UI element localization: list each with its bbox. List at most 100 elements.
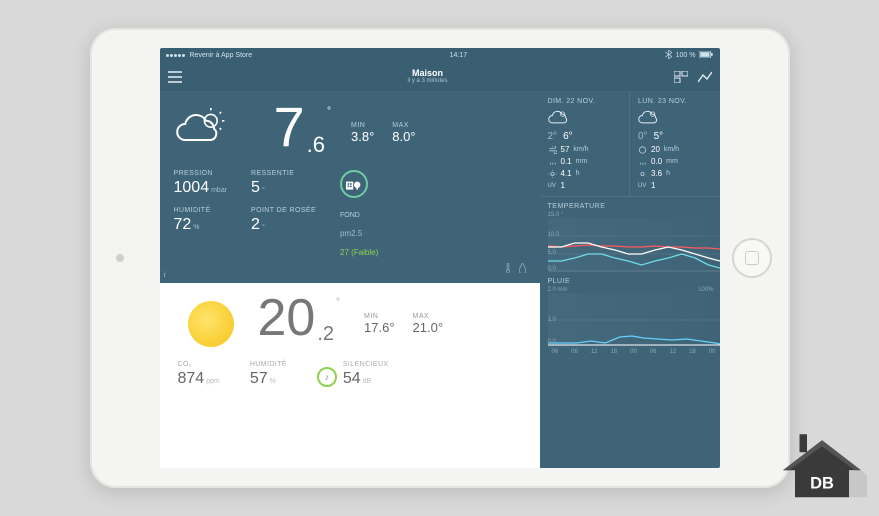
fc1-hi: 6° <box>563 131 573 142</box>
fc1-rain-unit: mm <box>576 158 588 165</box>
fc2-rain-unit: mm <box>666 158 678 165</box>
ressentie-metric: RESSENTIE 5° <box>251 170 316 197</box>
air-quality-icon <box>340 170 368 198</box>
pression-unit: mbar <box>211 187 227 194</box>
outdoor-max-label: MAX <box>392 122 415 129</box>
humidite-out-unit: % <box>193 224 199 231</box>
svg-text:DB: DB <box>810 474 834 492</box>
fc1-date: DIM. 22 NOV. <box>548 98 624 105</box>
fc2-uv: 1 <box>651 181 655 190</box>
rosee-value: 2 <box>251 216 260 233</box>
indoor-min-label: MIN <box>364 313 395 320</box>
home-button[interactable] <box>732 238 772 278</box>
chart-x-axis: 06 06 12 18 00 06 12 18 00 <box>548 347 720 359</box>
outdoor-min: MIN 3.8° <box>351 122 374 144</box>
co2-value: 874 <box>178 370 205 387</box>
xh-8: 00 <box>709 349 716 355</box>
ressentie-label: RESSENTIE <box>251 170 316 177</box>
pluie-y1: 1.0 <box>548 317 556 323</box>
noise-level-icon: ♪ <box>317 367 337 387</box>
fc2-lo: 0° <box>638 131 648 142</box>
indoor-panel[interactable]: 20 .2 ° MIN 17.6° MAX 21.0° <box>160 283 540 468</box>
rosee-unit: ° <box>262 224 265 231</box>
rain-icon <box>638 158 647 166</box>
back-to-appstore-link[interactable]: Revenir à App Store <box>190 52 253 59</box>
fc2-sun: 3.6 <box>651 169 662 178</box>
xh-0: 06 <box>552 349 559 355</box>
outdoor-temp-whole: 7 <box>274 102 305 152</box>
co2-label: CO₂ <box>178 361 220 368</box>
forecast-row[interactable]: DIM. 22 NOV. 2°6° 57km/h 0.1mm 4.1h UV1 … <box>540 92 720 197</box>
indoor-temp-whole: 20 <box>258 295 316 342</box>
outdoor-temp-deg: ° <box>325 102 331 117</box>
ipad-shell: Revenir à App Store 14:17 100 % M <box>90 28 790 488</box>
xh-6: 12 <box>669 349 676 355</box>
outdoor-temperature: 7 .6 ° <box>274 102 332 158</box>
temperature-chart: 10.0 5.0 0.0 <box>548 218 720 272</box>
info-icon[interactable]: i <box>164 270 166 279</box>
outdoor-max-value: 8.0° <box>392 129 415 144</box>
comfort-sunny-icon <box>188 301 234 347</box>
ios-status-bar: Revenir à App Store 14:17 100 % <box>160 48 720 62</box>
graph-icon[interactable] <box>698 71 712 83</box>
rosee-label: POINT DE ROSÉE <box>251 207 316 214</box>
fc2-rain: 0.0 <box>651 157 662 166</box>
humidite-in-unit: % <box>270 378 276 385</box>
drop-icon <box>519 263 526 275</box>
temperature-chart-block[interactable]: TEMPERATURE 15.0 ° 10.0 5.0 0.0 <box>540 197 720 272</box>
fc2-wind-unit: km/h <box>664 146 679 153</box>
modules-icon[interactable] <box>674 71 688 83</box>
uv-label: UV <box>548 183 557 189</box>
station-title[interactable]: Maison <box>407 69 447 78</box>
fc2-weather-icon <box>638 109 714 127</box>
xh-7: 18 <box>689 349 696 355</box>
silencieux-metric: ♪ SILENCIEUX 54dB <box>317 361 389 388</box>
humidite-out-value: 72 <box>174 216 192 233</box>
db-house-logo: DB <box>777 433 867 508</box>
status-time: 14:17 <box>450 52 468 59</box>
fc1-lo: 2° <box>548 131 558 142</box>
indoor-max-label: MAX <box>413 313 444 320</box>
outdoor-max: MAX 8.0° <box>392 122 415 144</box>
pression-metric: PRESSION 1004mbar <box>174 170 228 197</box>
silencieux-label: SILENCIEUX <box>343 361 389 368</box>
forecast-day-2[interactable]: LUN. 23 NOV. 0°5° 20km/h 0.0mm 3.6h UV1 <box>629 92 720 196</box>
menu-icon[interactable] <box>168 71 182 83</box>
humidite-out-metric: HUMIDITÉ 72% <box>174 207 228 234</box>
xh-2: 12 <box>591 349 598 355</box>
battery-label: 100 % <box>676 52 696 59</box>
rosee-metric: POINT DE ROSÉE 2° <box>251 207 316 234</box>
silencieux-unit: dB <box>363 378 372 385</box>
fond-label: FOND <box>340 212 378 219</box>
temp-y0: 0.0 <box>548 266 556 272</box>
temp-y5: 5.0 <box>548 250 556 256</box>
fc1-wind: 57 <box>561 145 570 154</box>
pression-label: PRESSION <box>174 170 228 177</box>
pluie-chart-block[interactable]: PLUIE 2.0 mm 100% 1.0 0.0 <box>540 272 720 359</box>
fc2-sun-unit: h <box>666 170 670 177</box>
fc2-wind: 20 <box>651 145 660 154</box>
indoor-min: MIN 17.6° <box>364 313 395 335</box>
uv-label-2: UV <box>638 183 647 189</box>
ressentie-value: 5 <box>251 179 260 196</box>
indoor-min-value: 17.6° <box>364 320 395 335</box>
signal-dots-icon <box>166 52 186 59</box>
fc1-uv: 1 <box>561 181 565 190</box>
fc1-sun: 4.1 <box>561 169 572 178</box>
humidite-in-label: HUMIDITÉ <box>250 361 287 368</box>
humidite-out-label: HUMIDITÉ <box>174 207 228 214</box>
last-update-label: il y a 3 minutes <box>407 78 447 84</box>
temp-y10: 10.0 <box>548 232 560 238</box>
wind-icon <box>548 146 557 154</box>
fond-metric: FOND pm2.5 27 (Faible) <box>340 170 378 257</box>
fc1-wind-unit: km/h <box>573 146 588 153</box>
outdoor-panel[interactable]: 7 .6 ° MIN 3.8° MAX 8.0° <box>160 92 540 283</box>
forecast-day-1[interactable]: DIM. 22 NOV. 2°6° 57km/h 0.1mm 4.1h UV1 <box>540 92 630 196</box>
fond-pm: pm2.5 <box>340 229 362 238</box>
fond-status: 27 (Faible) <box>340 248 378 257</box>
right-column: DIM. 22 NOV. 2°6° 57km/h 0.1mm 4.1h UV1 … <box>540 92 720 468</box>
left-column: 7 .6 ° MIN 3.8° MAX 8.0° <box>160 92 540 468</box>
fc1-sun-unit: h <box>576 170 580 177</box>
weather-partly-cloudy-icon <box>174 102 254 153</box>
temp-chart-title: TEMPERATURE <box>548 203 606 210</box>
